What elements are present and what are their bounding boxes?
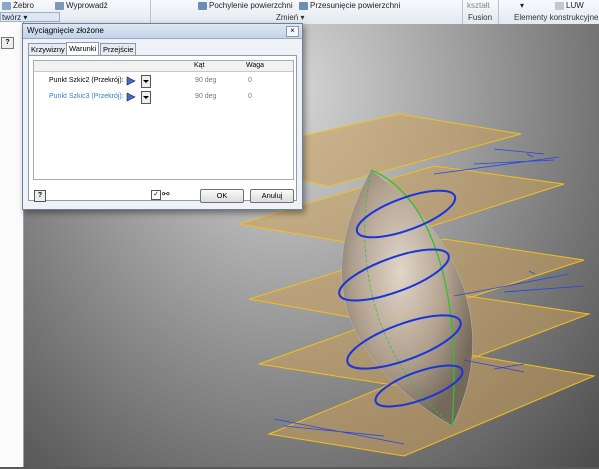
tab-panel-warunki: Kąt Waga Punkt Szkic2 (Przekrój): 90 deg… [28, 55, 297, 201]
ribbon: Żebro Wyprowadź Pochylenie powierzchni P… [0, 0, 599, 25]
condition-icon[interactable] [126, 92, 136, 102]
row-name: Punkt Szkic3 (Przekrój): [49, 93, 124, 100]
help-button[interactable]: ? [34, 190, 46, 202]
table-row[interactable]: Punkt Szkic3 (Przekrój): 90 deg 0 [34, 90, 293, 104]
ribbon-separator [498, 0, 499, 24]
row-kat[interactable]: 90 deg [195, 74, 216, 88]
chevron-down-icon[interactable]: ▾ [520, 0, 524, 11]
condition-dropdown[interactable] [141, 91, 151, 104]
rib-button-przesuniecie[interactable]: Przesunięcie powierzchni [299, 0, 400, 11]
rib-label: Wyprowadź [66, 1, 108, 10]
rib-label: LUW [566, 1, 584, 10]
tab-warunki[interactable]: Warunki [66, 42, 100, 55]
dialog-footer: ? ✓ ⚯ OK Anuluj [28, 188, 295, 206]
glasses-icon: ⚯ [162, 189, 170, 199]
row-kat[interactable]: 90 deg [195, 90, 216, 104]
table-header: Kąt Waga [34, 61, 293, 72]
table-row[interactable]: Punkt Szkic2 (Przekrój): 90 deg 0 [34, 74, 293, 88]
help-button[interactable]: ? [1, 37, 14, 49]
rib-button-pochylenie[interactable]: Pochylenie powierzchni [198, 0, 293, 11]
group-zmien[interactable]: Zmień ▾ [276, 13, 304, 23]
rib-button-wyprowadz[interactable]: Wyprowadź [55, 0, 108, 11]
close-icon[interactable]: × [286, 26, 299, 37]
condition-icon[interactable] [126, 76, 136, 86]
chevron-down-icon: ▾ [300, 13, 305, 22]
tab-tworz[interactable]: twórz ▾ [0, 12, 60, 22]
loft-dialog: Wyciągnięcie złożone × Krzywizny Warunki… [22, 23, 303, 210]
tab-przejscie[interactable]: Przejście [100, 43, 137, 55]
condition-dropdown[interactable] [141, 75, 151, 88]
column-header-waga: Waga [246, 62, 265, 69]
rib-button-ksztalt[interactable]: kształt [467, 0, 490, 11]
ribbon-separator [150, 0, 151, 24]
dialog-titlebar[interactable]: Wyciągnięcie złożone × [23, 24, 302, 39]
rib-label: Przesunięcie powierzchni [310, 1, 401, 10]
group-fusion: Fusion [468, 13, 493, 22]
tab-krzywizny[interactable]: Krzywizny [28, 43, 68, 55]
row-name: Punkt Szkic2 (Przekrój): [49, 77, 124, 84]
conditions-table: Kąt Waga Punkt Szkic2 (Przekrój): 90 deg… [33, 60, 294, 180]
ok-button[interactable]: OK [200, 189, 244, 203]
group-zmien-label: Zmień [276, 13, 299, 22]
rib-icon [555, 1, 564, 10]
rib-icon [198, 1, 207, 10]
browser-pane [0, 12, 24, 467]
chevron-down-icon: ▾ [23, 13, 28, 22]
rib-icon [2, 1, 11, 10]
tab-tworz-label: twórz [2, 13, 22, 22]
rib-label: Żebro [13, 1, 34, 10]
group-elementy: Elementy konstrukcyjne [514, 13, 599, 22]
dialog-title: Wyciągnięcie złożone [27, 26, 104, 35]
rib-icon [299, 1, 308, 10]
row-waga[interactable]: 0 [248, 90, 252, 104]
ribbon-separator [462, 0, 463, 24]
rib-button-luw[interactable]: LUW [555, 0, 584, 11]
row-waga[interactable]: 0 [248, 74, 252, 88]
column-header-kat: Kąt [194, 62, 205, 69]
rib-button-zebro[interactable]: Żebro [2, 0, 34, 11]
rib-icon [55, 1, 64, 10]
preview-checkbox[interactable]: ✓ [151, 190, 161, 200]
cancel-button[interactable]: Anuluj [250, 189, 294, 203]
rib-label: Pochylenie powierzchni [209, 1, 293, 10]
